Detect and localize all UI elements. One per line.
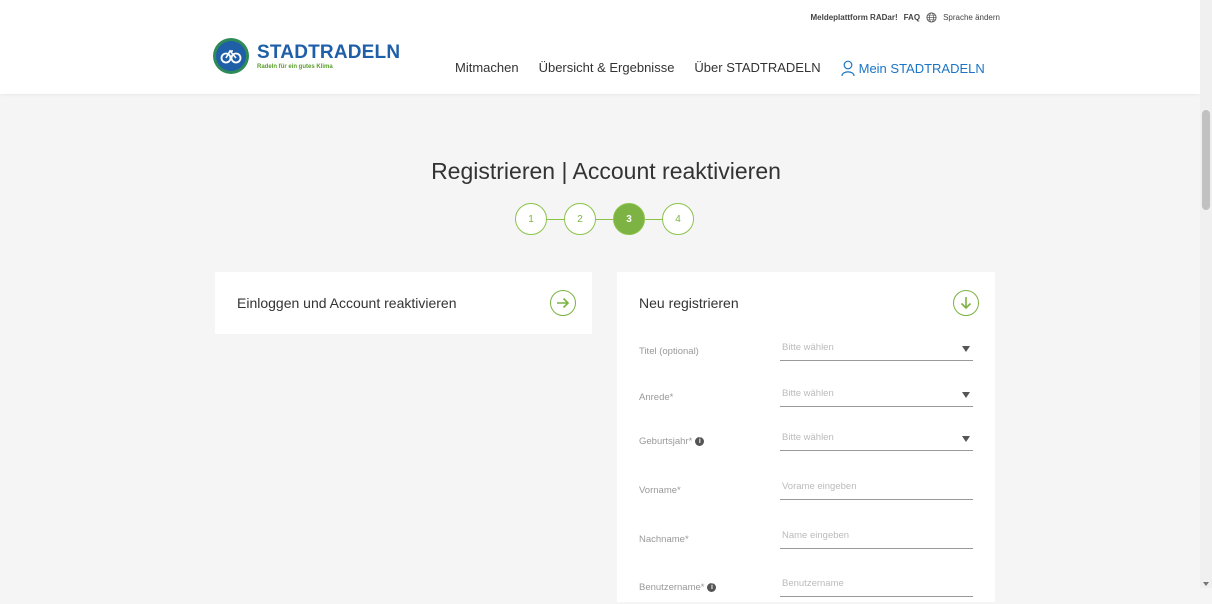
step-2: 2	[564, 203, 596, 235]
utility-bar: Meldeplattform RADar! FAQ Sprache ändern	[810, 12, 1000, 23]
caret-down-icon	[962, 346, 970, 352]
caret-down-icon	[962, 392, 970, 398]
form-row-benutzername: Benutzername* i Benutzername	[639, 574, 973, 604]
titel-label: Titel (optional)	[639, 346, 699, 357]
step-4: 4	[662, 203, 694, 235]
form-row-titel: Titel (optional) Bitte wählen	[639, 338, 973, 368]
benutzername-input-placeholder: Benutzername	[782, 578, 844, 589]
scroll-down-arrow-icon[interactable]	[1203, 582, 1209, 586]
nachname-input-placeholder: Name eingeben	[782, 530, 850, 541]
logo-title: STADTRADELN	[257, 41, 401, 63]
anrede-label: Anrede*	[639, 392, 674, 403]
step-connector	[645, 219, 662, 220]
info-icon[interactable]: i	[695, 437, 705, 446]
logo-mark	[213, 38, 249, 74]
bicycle-icon	[220, 49, 242, 64]
nav-item-mitmachen[interactable]: Mitmachen	[455, 60, 519, 76]
form-row-nachname: Nachname* Name eingeben	[639, 526, 973, 556]
step-1: 1	[515, 203, 547, 235]
user-icon	[841, 60, 855, 76]
site-header: Meldeplattform RADar! FAQ Sprache ändern…	[0, 0, 1200, 94]
faq-link[interactable]: FAQ	[904, 13, 920, 22]
nav-item-ueber[interactable]: Über STADTRADELN	[694, 60, 820, 76]
vorname-input-placeholder: Vorame eingeben	[782, 481, 857, 492]
step-connector	[547, 219, 564, 220]
vorname-label: Vorname*	[639, 485, 681, 496]
form-row-vorname: Vorname* Vorame eingeben	[639, 477, 973, 507]
meldeplattform-link[interactable]: Meldeplattform RADar!	[810, 13, 897, 22]
main-nav: Mitmachen Übersicht & Ergebnisse Über ST…	[455, 60, 985, 76]
register-card-header[interactable]: Neu registrieren	[639, 290, 979, 316]
register-card: Neu registrieren Titel (optional) Bitte …	[617, 272, 995, 602]
scrollbar[interactable]	[1200, 0, 1212, 588]
language-switch-link[interactable]: Sprache ändern	[943, 13, 1000, 22]
nav-item-mein-stadtradeln[interactable]: Mein STADTRADELN	[841, 60, 985, 76]
titel-select[interactable]: Bitte wählen	[780, 338, 973, 361]
logo-subtitle: Radeln für ein gutes Klima	[257, 63, 333, 70]
nav-account-label: Mein STADTRADELN	[858, 60, 985, 76]
step-3-active: 3	[613, 203, 645, 235]
titel-select-placeholder: Bitte wählen	[782, 342, 834, 353]
geburtsjahr-select[interactable]: Bitte wählen	[780, 428, 973, 451]
form-row-geburtsjahr: Geburtsjahr* i Bitte wählen	[639, 428, 973, 458]
geburtsjahr-select-placeholder: Bitte wählen	[782, 432, 834, 443]
anrede-select-placeholder: Bitte wählen	[782, 388, 834, 399]
vorname-input[interactable]: Vorame eingeben	[780, 477, 973, 500]
caret-down-icon	[962, 436, 970, 442]
arrow-down-circle-icon[interactable]	[953, 290, 979, 316]
nachname-label: Nachname*	[639, 534, 689, 545]
login-card-label: Einloggen und Account reaktivieren	[237, 295, 457, 311]
arrow-right-circle-icon[interactable]	[550, 290, 576, 316]
step-connector	[596, 219, 613, 220]
stadtradeln-logo[interactable]: STADTRADELN Radeln für ein gutes Klima	[213, 38, 400, 74]
login-reactivate-card[interactable]: Einloggen und Account reaktivieren	[215, 272, 592, 334]
geburtsjahr-label: Geburtsjahr*	[639, 436, 693, 447]
nav-item-uebersicht[interactable]: Übersicht & Ergebnisse	[539, 60, 675, 76]
anrede-select[interactable]: Bitte wählen	[780, 384, 973, 407]
benutzername-input[interactable]: Benutzername	[780, 574, 973, 597]
register-card-label: Neu registrieren	[639, 295, 739, 311]
nachname-input[interactable]: Name eingeben	[780, 526, 973, 549]
page-title: Registrieren | Account reaktivieren	[431, 158, 781, 184]
globe-icon	[926, 12, 937, 23]
form-row-anrede: Anrede* Bitte wählen	[639, 384, 973, 414]
